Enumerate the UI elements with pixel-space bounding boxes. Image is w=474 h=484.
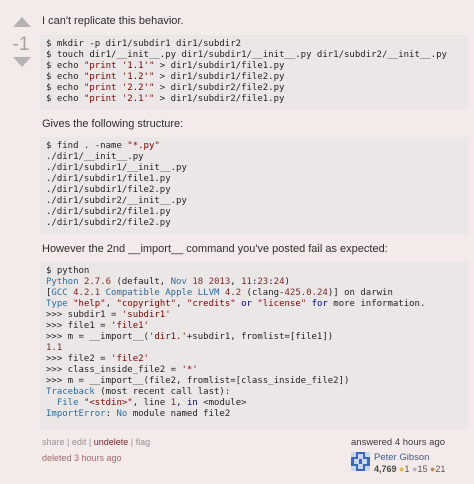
gold-badge-count: 1 <box>404 464 410 474</box>
share-link[interactable]: share <box>42 437 65 447</box>
bronze-badge-count: 21 <box>435 464 446 474</box>
import-text: However the 2nd __import__ command you'v… <box>42 243 388 255</box>
deleted-answer: -1 I can't replicate this behavior. $ mk… <box>0 0 474 484</box>
code-block-shell: $ mkdir -p dir1/subdir1 dir1/subdir2 $ t… <box>40 35 468 110</box>
structure-text: Gives the following structure: <box>42 118 184 130</box>
vote-up-icon[interactable] <box>13 17 31 27</box>
user-avatar[interactable] <box>351 452 370 471</box>
undelete-link[interactable]: undelete <box>94 437 129 447</box>
code-block-python: $ python Python 2.7.6 (default, Nov 18 2… <box>40 262 468 430</box>
reputation-score: 4,769 <box>374 464 397 474</box>
flag-link[interactable]: flag <box>136 437 151 447</box>
deleted-notice: deleted 3 hours ago <box>42 453 122 463</box>
user-name-link[interactable]: Peter Gibson <box>374 452 429 463</box>
silver-badge-count: 15 <box>417 464 428 474</box>
edit-link[interactable]: edit <box>72 437 87 447</box>
vote-down-icon[interactable] <box>13 57 31 67</box>
answer-intro: I can't replicate this behavior. <box>42 15 184 27</box>
user-reputation: 4,769 ●1 ●15 ●21 <box>374 464 445 474</box>
post-menu: share | edit | undelete | flag <box>42 437 151 447</box>
vote-count: -1 <box>12 34 30 55</box>
code-block-find: $ find . -name "*.py" ./dir1/__init__.py… <box>40 137 468 234</box>
answered-time: answered 4 hours ago <box>351 437 446 448</box>
